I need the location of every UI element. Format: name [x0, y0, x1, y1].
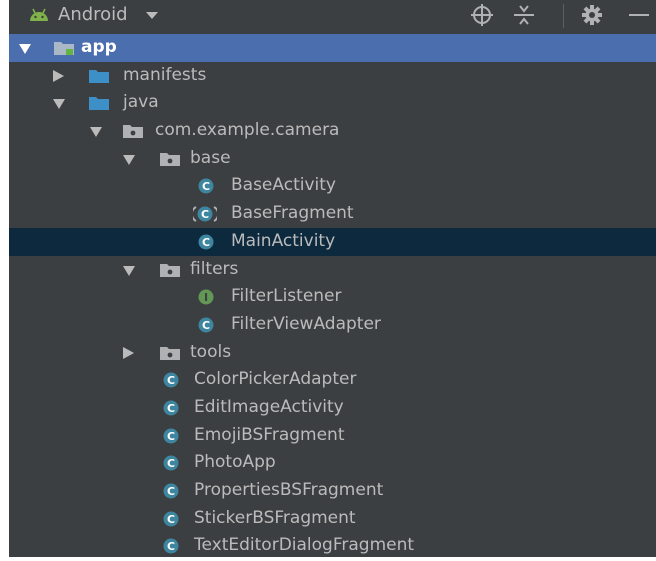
svg-text:C: C	[167, 402, 175, 415]
folder-icon	[89, 97, 109, 111]
svg-text:C: C	[167, 457, 175, 470]
svg-text:C: C	[202, 180, 210, 193]
tree-node-label: BaseActivity	[231, 175, 336, 196]
tree-node-filter-view-adapter[interactable]: C FilterViewAdapter	[9, 311, 656, 339]
tree-node-label: app	[81, 37, 117, 57]
package-icon	[123, 125, 143, 139]
tree-node-app[interactable]: app	[9, 34, 656, 62]
tree-node-label: StickerBSFragment	[194, 507, 356, 528]
tree-node-photo-app[interactable]: C PhotoApp	[9, 449, 656, 477]
svg-text:C: C	[202, 319, 210, 332]
tree-node-label: base	[190, 147, 231, 168]
class-icon: C	[163, 483, 179, 499]
tree-node-emoji-bs-fragment[interactable]: C EmojiBSFragment	[9, 422, 656, 450]
project-tool-window: Android app manifests java com.example.c…	[9, 0, 656, 557]
gear-icon[interactable]	[579, 3, 605, 27]
class-icon: C	[163, 455, 179, 471]
package-icon	[160, 346, 180, 360]
class-icon: C	[163, 538, 179, 554]
tree-node-base-fragment[interactable]: C BaseFragment	[9, 200, 656, 228]
module-folder-icon	[54, 42, 74, 55]
view-selector-label[interactable]: Android	[58, 4, 128, 26]
expand-arrow-icon[interactable]	[123, 154, 135, 165]
tree-node-text-editor-dialog-fragment[interactable]: C TextEditorDialogFragment	[9, 532, 656, 557]
tree-node-filters[interactable]: filters	[9, 256, 656, 284]
project-tree: app manifests java com.example.camera ba…	[9, 34, 656, 557]
class-icon: C	[198, 178, 214, 194]
svg-text:C: C	[201, 208, 209, 221]
tree-node-label: PhotoApp	[194, 452, 276, 473]
svg-text:C: C	[167, 430, 175, 443]
tree-node-filter-listener[interactable]: I FilterListener	[9, 283, 656, 311]
tree-node-label: ColorPickerAdapter	[194, 369, 357, 390]
class-icon: C	[198, 234, 214, 250]
expand-arrow-icon[interactable]	[90, 127, 102, 138]
toolbar-separator	[563, 4, 564, 28]
collapsed-arrow-icon[interactable]	[53, 69, 64, 82]
tree-node-label: TextEditorDialogFragment	[194, 535, 415, 556]
svg-text:I: I	[204, 291, 208, 304]
svg-text:C: C	[167, 374, 175, 387]
tree-node-label: PropertiesBSFragment	[194, 480, 384, 500]
tree-node-label: com.example.camera	[155, 120, 340, 141]
tree-node-edit-image-activity[interactable]: C EditImageActivity	[9, 394, 656, 422]
class-icon: C	[163, 511, 179, 527]
expand-arrow-icon[interactable]	[123, 265, 135, 276]
collapse-all-icon[interactable]	[511, 3, 537, 27]
chevron-down-icon[interactable]	[146, 12, 158, 19]
interface-icon: I	[198, 289, 214, 305]
android-icon	[30, 8, 48, 21]
tree-node-label: EmojiBSFragment	[194, 424, 345, 445]
tree-node-base-activity[interactable]: C BaseActivity	[9, 172, 656, 200]
tree-node-package[interactable]: com.example.camera	[9, 117, 656, 145]
tree-node-label: tools	[190, 341, 232, 362]
tree-node-label: manifests	[123, 64, 207, 85]
class-icon: C	[198, 317, 214, 333]
collapsed-arrow-icon[interactable]	[123, 346, 134, 359]
tree-node-label: MainActivity	[231, 230, 336, 251]
class-icon: C	[163, 428, 179, 444]
svg-text:C: C	[167, 540, 175, 553]
folder-icon	[89, 69, 109, 83]
tree-node-properties-bs-fragment[interactable]: C PropertiesBSFragment	[9, 477, 656, 505]
tree-node-color-picker-adapter[interactable]: C ColorPickerAdapter	[9, 366, 656, 394]
tree-node-label: EditImageActivity	[194, 396, 344, 417]
tree-node-base[interactable]: base	[9, 145, 656, 173]
package-icon	[160, 152, 180, 166]
tree-node-label: java	[123, 92, 159, 113]
svg-text:C: C	[167, 485, 175, 498]
package-icon	[160, 263, 180, 277]
crosshair-icon[interactable]	[469, 3, 495, 27]
tree-node-label: filters	[190, 258, 239, 279]
tree-node-manifests[interactable]: manifests	[9, 62, 656, 90]
project-toolbar: Android	[9, 0, 656, 34]
class-icon: C	[163, 400, 179, 416]
tree-node-label: FilterListener	[231, 286, 342, 307]
tree-node-tools[interactable]: tools	[9, 339, 656, 367]
expand-arrow-icon[interactable]	[53, 99, 65, 110]
svg-text:C: C	[167, 513, 175, 526]
tree-node-main-activity[interactable]: C MainActivity	[9, 227, 656, 256]
class-icon: C	[163, 372, 179, 388]
abstract-class-icon: C	[193, 206, 217, 222]
tree-node-sticker-bs-fragment[interactable]: C StickerBSFragment	[9, 505, 656, 533]
minimize-icon[interactable]	[625, 3, 651, 27]
tree-node-java[interactable]: java	[9, 89, 656, 117]
tree-node-label: FilterViewAdapter	[231, 313, 381, 334]
expand-arrow-icon[interactable]	[19, 44, 31, 54]
svg-text:C: C	[202, 236, 210, 249]
tree-node-label: BaseFragment	[231, 203, 354, 224]
